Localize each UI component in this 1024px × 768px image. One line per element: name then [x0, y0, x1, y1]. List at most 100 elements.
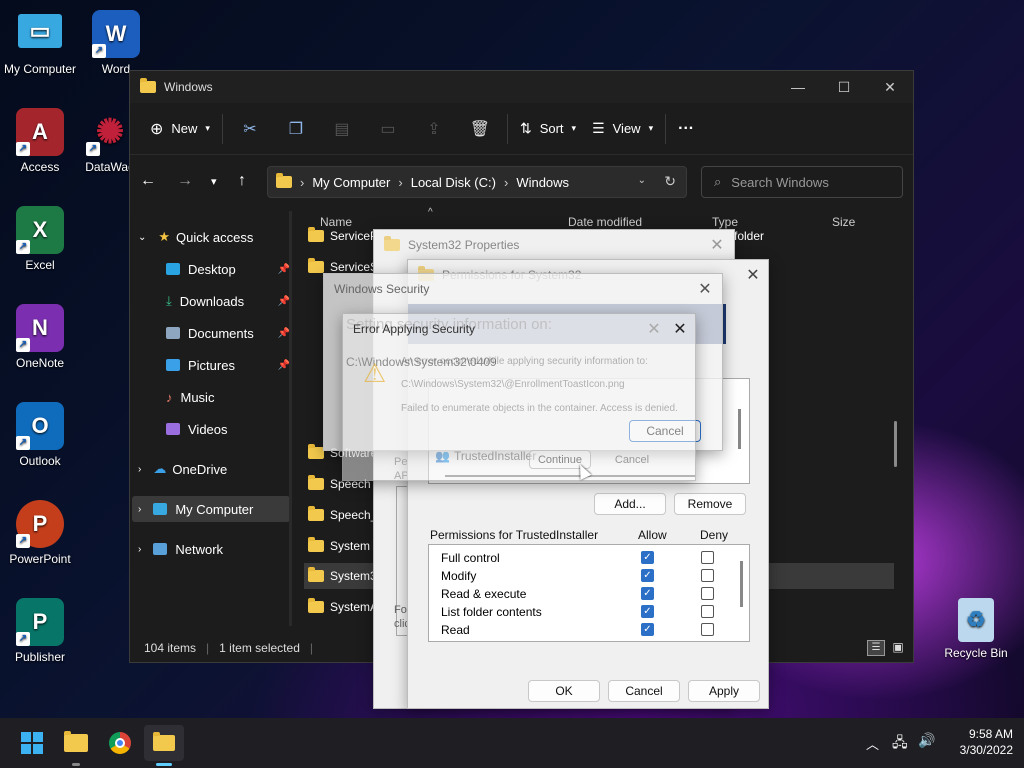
file-list-scrollbar[interactable]: [894, 421, 897, 467]
list-scrollbar[interactable]: [738, 409, 741, 449]
nav-label: Videos: [188, 421, 228, 437]
active-indicator: [156, 763, 172, 766]
search-box[interactable]: ⌕ Search Windows: [701, 166, 903, 198]
up-button[interactable]: ↑: [238, 172, 246, 190]
new-button[interactable]: ⊕ New ▾: [142, 113, 218, 145]
chevron-down-icon[interactable]: ⌄: [638, 175, 646, 186]
folder-icon: [308, 475, 324, 490]
cancel-button[interactable]: Cancel: [608, 680, 680, 702]
column-date-modified[interactable]: Date modified: [568, 215, 642, 229]
file-name: SystemA: [330, 600, 379, 614]
permissions-scrollbar[interactable]: [740, 561, 743, 607]
paste-button[interactable]: ▤: [319, 113, 365, 145]
network-icon[interactable]: 🖧: [892, 732, 908, 756]
breadcrumb-my-computer[interactable]: My Computer: [312, 175, 390, 190]
start-button[interactable]: [12, 725, 52, 761]
desktop-icon-my-computer[interactable]: ▭ My Computer: [0, 10, 80, 76]
close-button[interactable]: ✕: [690, 274, 720, 304]
onenote-icon: N ↗: [16, 304, 64, 352]
recent-locations-button[interactable]: ▾: [211, 175, 217, 188]
desktop-icon-publisher[interactable]: P ↗ Publisher: [0, 598, 80, 664]
sort-icon: ⇅: [519, 120, 532, 136]
deny-read-execute-checkbox[interactable]: [701, 587, 714, 600]
copy-button[interactable]: ❐: [273, 113, 319, 145]
column-type[interactable]: Type: [712, 215, 738, 229]
breadcrumb-local-disk[interactable]: Local Disk (C:): [411, 175, 496, 190]
view-button[interactable]: ☰ View ▾: [584, 113, 661, 145]
tiles-view-button[interactable]: ▣: [889, 640, 907, 656]
deny-list-folder-checkbox[interactable]: [701, 605, 714, 618]
delete-button[interactable]: 🗑: [457, 113, 503, 145]
address-bar[interactable]: › My Computer › Local Disk (C:) › Window…: [267, 166, 687, 198]
file-row[interactable]: SystemA: [308, 595, 378, 619]
remove-button[interactable]: Remove: [674, 493, 746, 515]
permissions-list: Full control ✓ Modify ✓ Read & execute ✓…: [428, 544, 750, 642]
file-row[interactable]: System: [308, 534, 370, 558]
sort-button[interactable]: ⇅ Sort ▾: [512, 113, 584, 145]
desktop-icon-excel[interactable]: X ↗ Excel: [0, 206, 80, 272]
nav-my-computer[interactable]: › My Computer: [132, 496, 290, 522]
forward-button[interactable]: →: [177, 172, 193, 190]
desktop-icon-word[interactable]: W ↗ Word: [76, 10, 156, 76]
desktop-icon-powerpoint[interactable]: P ↗ PowerPoint: [0, 500, 80, 566]
chevron-down-icon: ▾: [211, 176, 217, 188]
minimize-button[interactable]: —: [775, 71, 821, 103]
excel-icon: X ↗: [16, 206, 64, 254]
status-divider: |: [309, 641, 313, 655]
security-title-bar[interactable]: Windows Security: [324, 274, 722, 304]
deny-full-control-checkbox[interactable]: [701, 551, 714, 564]
taskbar-chrome[interactable]: [100, 725, 140, 761]
rename-button[interactable]: ▭: [365, 113, 411, 145]
deny-modify-checkbox[interactable]: [701, 569, 714, 582]
allow-list-folder-checkbox[interactable]: ✓: [641, 605, 654, 618]
allow-full-control-checkbox[interactable]: ✓: [641, 551, 654, 564]
windows-logo-icon: [21, 732, 43, 754]
allow-read-execute-checkbox[interactable]: ✓: [641, 587, 654, 600]
nav-network[interactable]: › Network: [138, 536, 296, 562]
add-button[interactable]: Add...: [594, 493, 666, 515]
arrow-up-icon: ↑: [238, 172, 246, 189]
close-button[interactable]: ✕: [665, 314, 695, 344]
column-size[interactable]: Size: [832, 215, 855, 229]
maximize-button[interactable]: ☐: [821, 71, 867, 103]
view-label: View: [612, 121, 641, 136]
ok-button[interactable]: OK: [528, 680, 600, 702]
desktop-icon-access[interactable]: A ↗ Access: [0, 108, 80, 174]
desktop-icon-outlook[interactable]: O ↗ Outlook: [0, 402, 80, 468]
allow-modify-checkbox[interactable]: ✓: [641, 569, 654, 582]
back-button[interactable]: ←: [140, 172, 156, 190]
nav-quick-access[interactable]: ⌄ ★ Quick access: [138, 224, 296, 250]
taskbar-file-explorer[interactable]: [56, 725, 96, 761]
chrome-icon: [109, 732, 131, 754]
nav-scrollbar[interactable]: [289, 211, 292, 626]
share-button[interactable]: ⇪: [411, 113, 457, 145]
desktop-icon-recycle-bin[interactable]: ♻ Recycle Bin: [934, 598, 1018, 660]
apply-button[interactable]: Apply: [688, 680, 760, 702]
properties-title-bar[interactable]: System32 Properties: [374, 230, 734, 260]
allow-read-checkbox[interactable]: ✓: [641, 623, 654, 636]
taskbar-explorer-active[interactable]: [144, 725, 184, 761]
more-options-button[interactable]: ···: [670, 113, 702, 145]
file-row[interactable]: ServiceP: [308, 224, 378, 248]
powerpoint-icon: P ↗: [16, 500, 64, 548]
clock-date: 3/30/2022: [959, 743, 1013, 757]
desktop-icon-label: OneNote: [15, 356, 65, 370]
clock[interactable]: 9:58 AM 3/30/2022: [945, 727, 1013, 757]
cancel-button[interactable]: Cancel: [601, 450, 663, 469]
nav-onedrive[interactable]: › ☁ OneDrive: [138, 456, 296, 482]
error-reason: Failed to enumerate objects in the conta…: [401, 403, 678, 414]
close-button[interactable]: ✕: [702, 230, 732, 260]
details-view-button[interactable]: ☰: [867, 640, 885, 656]
chevron-right-icon: ›: [138, 463, 142, 475]
refresh-icon[interactable]: ↻: [664, 173, 676, 190]
folder-icon: [308, 567, 324, 582]
close-button[interactable]: ✕: [867, 71, 913, 103]
breadcrumb-windows[interactable]: Windows: [516, 175, 569, 190]
deny-read-checkbox[interactable]: [701, 623, 714, 636]
cut-button[interactable]: ✂: [227, 113, 273, 145]
chevron-up-icon[interactable]: ︿: [866, 734, 879, 753]
desktop-icon-onenote[interactable]: N ↗ OneNote: [0, 304, 80, 370]
volume-icon[interactable]: 🔊: [918, 732, 935, 749]
folder-icon: [308, 227, 324, 242]
close-button[interactable]: ✕: [738, 260, 768, 290]
